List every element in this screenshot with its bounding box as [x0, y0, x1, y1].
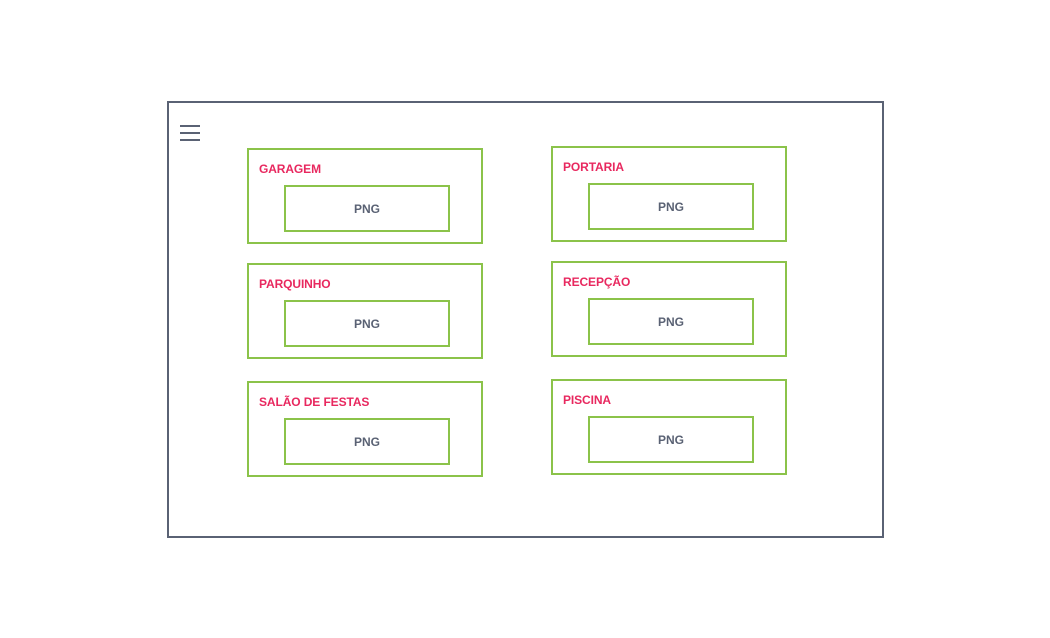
card-image-placeholder: PNG — [588, 183, 754, 230]
hamburger-menu-icon[interactable] — [180, 123, 202, 143]
card-salao-de-festas[interactable]: SALÃO DE FESTAS PNG — [247, 381, 483, 477]
card-title: PARQUINHO — [259, 277, 331, 291]
menu-bar — [180, 139, 200, 141]
menu-bar — [180, 132, 200, 134]
image-label: PNG — [353, 316, 380, 331]
card-image-placeholder: PNG — [284, 185, 450, 232]
card-piscina[interactable]: PISCINA PNG — [551, 379, 787, 475]
card-image-placeholder: PNG — [284, 418, 450, 465]
card-portaria[interactable]: PORTARIA PNG — [551, 146, 787, 242]
image-label: PNG — [353, 201, 380, 216]
card-recepcao[interactable]: RECEPÇÃO PNG — [551, 261, 787, 357]
menu-bar — [180, 125, 200, 127]
card-garagem[interactable]: GARAGEM PNG — [247, 148, 483, 244]
app-frame: GARAGEM PNG PORTARIA PNG PARQUINHO PNG R… — [167, 101, 884, 538]
card-image-placeholder: PNG — [588, 298, 754, 345]
card-title: RECEPÇÃO — [563, 275, 631, 289]
image-label: PNG — [657, 314, 684, 329]
card-title: GARAGEM — [259, 162, 321, 176]
image-label: PNG — [657, 432, 684, 447]
card-title: PORTARIA — [563, 160, 624, 174]
card-parquinho[interactable]: PARQUINHO PNG — [247, 263, 483, 359]
card-image-placeholder: PNG — [284, 300, 450, 347]
card-title: SALÃO DE FESTAS — [259, 395, 370, 409]
image-label: PNG — [353, 434, 380, 449]
image-label: PNG — [657, 199, 684, 214]
card-title: PISCINA — [563, 393, 611, 407]
card-image-placeholder: PNG — [588, 416, 754, 463]
